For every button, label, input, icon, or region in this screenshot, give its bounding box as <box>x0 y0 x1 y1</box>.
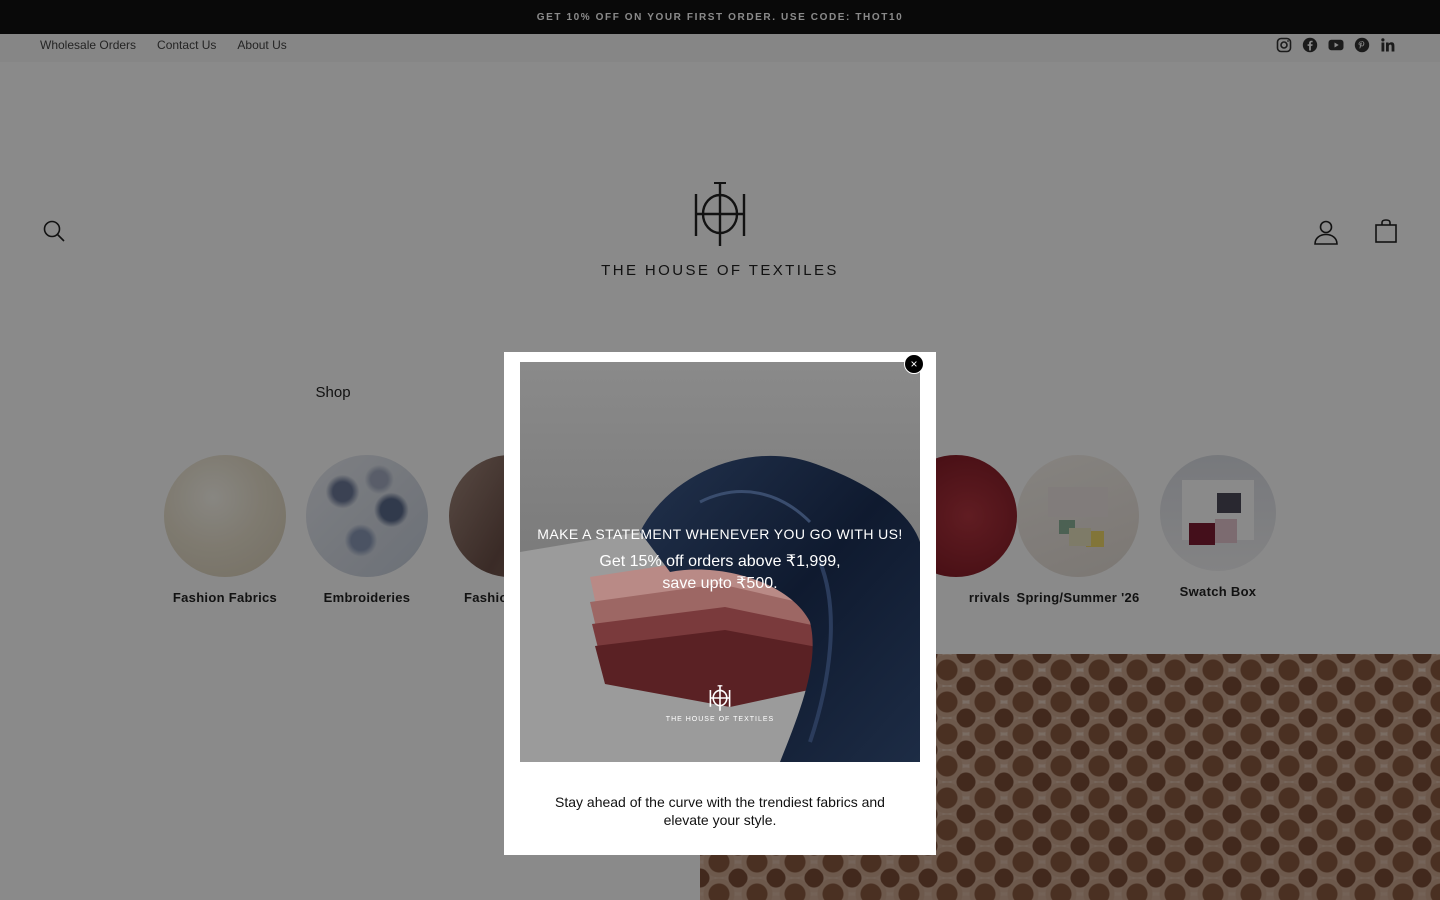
close-symbol: × <box>910 357 918 371</box>
close-icon[interactable]: × <box>904 354 924 374</box>
popup-offer: Get 15% off orders above ₹1,999, save up… <box>570 551 870 595</box>
logo-mark-icon <box>709 685 731 711</box>
promo-image: MAKE A STATEMENT WHENEVER YOU GO WITH US… <box>520 362 920 762</box>
popup-brand-mark: THE HOUSE OF TEXTILES <box>520 684 920 723</box>
popup-headline: MAKE A STATEMENT WHENEVER YOU GO WITH US… <box>537 526 903 542</box>
popup-brand-name: THE HOUSE OF TEXTILES <box>665 716 775 723</box>
popup-body-text: Stay ahead of the curve with the trendie… <box>555 794 885 828</box>
popup-offer-line-2: save upto ₹500. <box>662 575 778 592</box>
popup-offer-line-1: Get 15% off orders above ₹1,999, <box>599 553 841 570</box>
promo-popup: MAKE A STATEMENT WHENEVER YOU GO WITH US… <box>504 352 936 855</box>
